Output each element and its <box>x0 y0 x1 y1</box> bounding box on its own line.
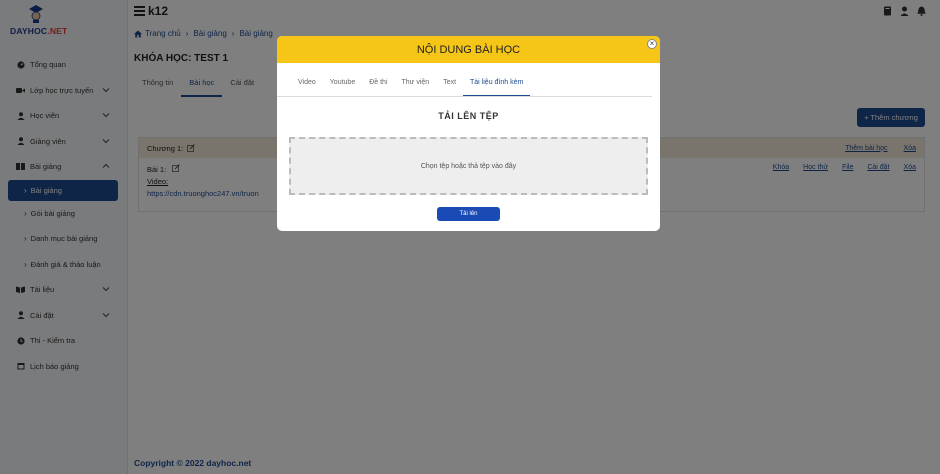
lesson-content-modal: NỘI DUNG BÀI HỌC × Video Youtube Đề thi … <box>277 36 660 231</box>
upload-button[interactable]: Tải lên <box>437 207 500 221</box>
close-icon[interactable]: × <box>647 39 657 49</box>
modal-title: NỘI DUNG BÀI HỌC <box>416 43 521 56</box>
tab-library[interactable]: Thư viện <box>395 75 437 96</box>
modal-header: NỘI DUNG BÀI HỌC <box>277 36 660 63</box>
tab-video[interactable]: Video <box>291 75 323 96</box>
upload-title: TẢI LÊN TỆP <box>438 111 499 121</box>
tab-youtube[interactable]: Youtube <box>323 75 362 96</box>
tab-text[interactable]: Text <box>436 75 463 96</box>
tab-attachments[interactable]: Tài liệu đính kèm <box>463 75 531 96</box>
modal-tabs: Video Youtube Đề thi Thư viện Text Tài l… <box>277 75 652 97</box>
file-dropzone[interactable]: Chọn tệp hoặc thả tệp vào đây <box>289 137 648 195</box>
tab-exam[interactable]: Đề thi <box>362 75 394 96</box>
dropzone-label: Chọn tệp hoặc thả tệp vào đây <box>420 162 517 170</box>
